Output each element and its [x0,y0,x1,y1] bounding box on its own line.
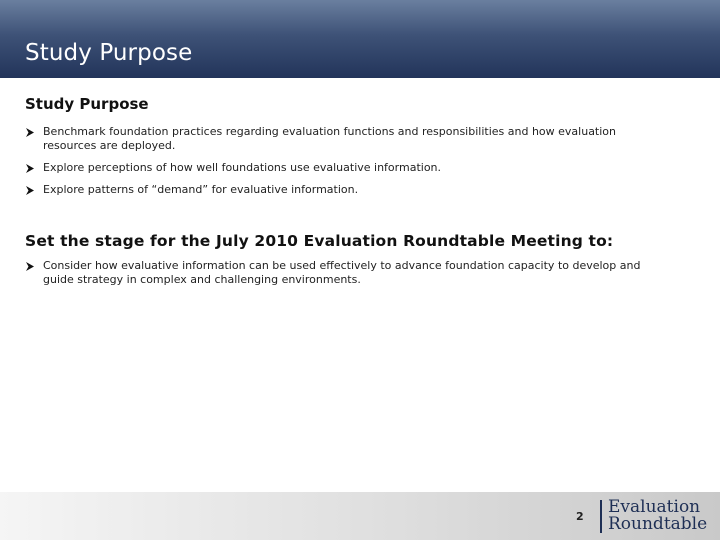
list-item: Benchmark foundation practices regarding… [26,125,666,153]
evaluation-roundtable-logo: Evaluation Roundtable [600,498,710,536]
study-purpose-list: Benchmark foundation practices regarding… [26,125,666,205]
list-item: Consider how evaluative information can … [26,259,666,287]
arrowhead-icon [26,164,34,173]
list-item: Explore perceptions of how well foundati… [26,161,666,175]
list-item: Explore patterns of “demand” for evaluat… [26,183,666,197]
footer-bar: 2 Evaluation Roundtable [0,492,720,540]
arrowhead-icon [26,262,34,271]
bullet-text: Explore patterns of “demand” for evaluat… [43,183,359,196]
bullet-text: Consider how evaluative information can … [43,259,641,286]
logo-divider [600,500,602,533]
page-number: 2 [576,510,584,523]
logo-text-line2: Roundtable [608,514,708,534]
section-heading-set-the-stage: Set the stage for the July 2010 Evaluati… [25,232,614,250]
arrowhead-icon [26,128,34,137]
bullet-text: Explore perceptions of how well foundati… [43,161,442,174]
title-bar: Study Purpose [0,0,720,78]
slide-title: Study Purpose [25,40,193,66]
set-the-stage-list: Consider how evaluative information can … [26,259,666,295]
bullet-text: Benchmark foundation practices regarding… [43,125,616,152]
section-heading-study-purpose: Study Purpose [25,95,149,113]
arrowhead-icon [26,186,34,195]
